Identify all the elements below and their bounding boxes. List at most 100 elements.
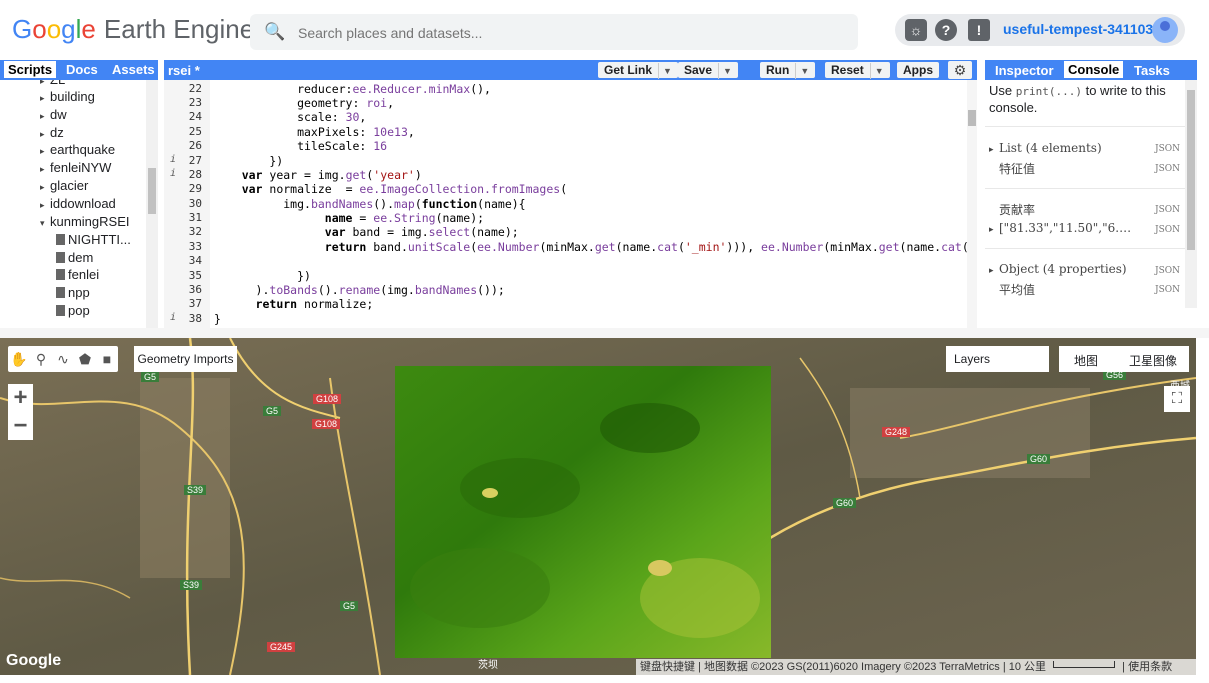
feedback-icon[interactable]: ! xyxy=(968,19,990,41)
editor-toolbar: rsei * Get Link ▼ Save ▼ Run ▼ Reset ▼ Apps … xyxy=(164,60,977,80)
tab-inspector[interactable]: Inspector xyxy=(995,63,1054,78)
map-type-button[interactable]: 地图 xyxy=(1074,352,1098,369)
editor-scrollbar[interactable] xyxy=(967,80,977,328)
panel-splitter[interactable] xyxy=(0,328,1209,338)
tab-assets[interactable]: Assets xyxy=(112,62,155,77)
search-box[interactable]: 🔍 xyxy=(250,14,858,50)
tree-item[interactable]: ▸ dw xyxy=(40,107,67,125)
json-link[interactable]: JSON xyxy=(1155,205,1180,215)
tree-item[interactable]: ▸ earthquake xyxy=(40,142,115,160)
logo-text: Earth Engine xyxy=(103,14,255,44)
console-array-entry[interactable]: ▸ ["81.33","11.50","6.… xyxy=(989,221,1131,235)
code-line: var band = img.select(name); xyxy=(324,225,519,239)
tree-file[interactable]: pop xyxy=(56,303,90,321)
tree-scrollbar[interactable] xyxy=(146,80,158,328)
console-scrollbar[interactable] xyxy=(1185,80,1197,308)
apps-button[interactable]: Apps xyxy=(897,62,939,78)
code-line: maxPixels: 10e13, xyxy=(214,125,415,139)
expand-icon[interactable]: ▸ xyxy=(989,266,999,276)
line-number: 25 xyxy=(188,125,202,138)
file-icon xyxy=(56,305,65,316)
fullscreen-icon[interactable]: ⛶ xyxy=(1164,386,1190,412)
line-number: 22 xyxy=(188,82,202,95)
zoom-out-button[interactable]: − xyxy=(8,412,33,440)
tab-scripts[interactable]: Scripts xyxy=(4,61,57,78)
console-list-entry[interactable]: ▸ List (4 elements) xyxy=(989,141,1102,155)
console-object-entry[interactable]: ▸ Object (4 properties) xyxy=(989,262,1127,276)
zoom-control: + − xyxy=(8,384,33,440)
tree-file[interactable]: npp xyxy=(56,285,90,303)
code-line: reducer:ee.Reducer.minMax(), xyxy=(214,82,491,96)
expand-icon[interactable]: ▸ xyxy=(989,225,999,235)
tab-tasks[interactable]: Tasks xyxy=(1134,63,1170,78)
road-label: G5 xyxy=(263,406,282,416)
map-type-control: 地图 卫星图像 xyxy=(1059,346,1189,372)
tree-item[interactable]: ▸ glacier xyxy=(40,178,88,196)
json-link[interactable]: JSON xyxy=(1155,225,1180,235)
code-line: var year = img.get('year') xyxy=(241,168,422,182)
code-line: tileScale: 16 xyxy=(214,139,388,153)
terms-link[interactable]: 使用条款 xyxy=(1128,661,1172,673)
code-line: img.bandNames().map(function(name){ xyxy=(214,197,526,211)
code-line: scale: 30, xyxy=(214,110,367,124)
chevron-down-icon[interactable]: ▼ xyxy=(718,63,732,79)
avatar[interactable] xyxy=(1152,17,1178,43)
code-line: name = ee.String(name); xyxy=(324,211,485,225)
code-area[interactable]: reducer:ee.Reducer.minMax(), geometry: r… xyxy=(210,80,967,328)
line-gutter: 22 23 24 25 26 i 27 i 28 29 30 31 32 33 … xyxy=(164,80,210,328)
road-label: S39 xyxy=(180,580,203,590)
attribution-text[interactable]: 键盘快捷键 | 地图数据 ©2023 GS(2011)6020 Imagery … xyxy=(640,661,1046,673)
tree-item[interactable]: ▸ dz xyxy=(40,125,64,143)
console-output: Use print(...) to write to this console.… xyxy=(985,80,1185,328)
chevron-down-icon[interactable]: ▼ xyxy=(869,63,884,79)
earth-engine-logo[interactable]: Google Earth Engine xyxy=(12,14,254,45)
layers-button[interactable]: Layers xyxy=(946,346,1049,372)
code-line: geometry: roi, xyxy=(214,96,395,110)
theme-icon[interactable]: ☼ xyxy=(905,19,927,41)
run-button[interactable]: Run ▼ xyxy=(760,62,816,79)
tab-docs[interactable]: Docs xyxy=(66,62,98,77)
help-icon[interactable]: ? xyxy=(935,19,957,41)
tree-file[interactable]: fenlei xyxy=(56,267,99,285)
top-right-bar: ☼ ? ! useful-tempest-341103 xyxy=(895,14,1185,46)
save-button[interactable]: Save ▼ xyxy=(678,62,738,79)
tree-file[interactable]: dem xyxy=(56,250,93,268)
tree-item-open[interactable]: ▾ kunmingRSEI xyxy=(40,214,129,232)
zoom-in-button[interactable]: + xyxy=(8,384,33,412)
file-icon xyxy=(56,287,65,298)
chevron-down-icon[interactable]: ▼ xyxy=(658,63,672,79)
tree-file[interactable]: NIGHTTI... xyxy=(56,232,131,250)
hand-icon[interactable]: ✋ xyxy=(10,350,28,368)
gear-icon[interactable]: ⚙ xyxy=(948,61,972,79)
tab-console[interactable]: Console xyxy=(1064,61,1124,78)
line-number: 32 xyxy=(188,225,202,238)
expand-icon[interactable]: ▸ xyxy=(989,145,999,155)
script-tree: ▸ZL ▸building ▸dw ▸dz ▸earthquake ▸fenle… xyxy=(0,80,146,328)
map-canvas[interactable]: G5 G108 G108 G5 S39 S39 G5 G245 G248 G60… xyxy=(0,338,1196,675)
json-link[interactable]: JSON xyxy=(1155,266,1180,276)
marker-icon[interactable]: ⚲ xyxy=(32,350,50,368)
project-name[interactable]: useful-tempest-341103 xyxy=(1003,21,1153,37)
search-input[interactable] xyxy=(296,21,840,45)
line-number: 27 xyxy=(188,154,202,167)
json-link[interactable]: JSON xyxy=(1155,164,1180,174)
line-number: 38 xyxy=(188,312,202,325)
chevron-down-icon[interactable]: ▼ xyxy=(795,63,809,79)
road-label: G108 xyxy=(312,419,341,429)
polygon-icon[interactable]: ⬟ xyxy=(76,350,94,368)
geometry-imports-button[interactable]: Geometry Imports xyxy=(134,346,237,372)
map-imagery xyxy=(0,338,1196,675)
google-logo: Google xyxy=(6,652,62,669)
rectangle-icon[interactable]: ■ xyxy=(98,350,116,368)
reset-button[interactable]: Reset ▼ xyxy=(825,62,890,79)
line-icon[interactable]: ∿ xyxy=(54,350,72,368)
tree-item[interactable]: ▸ fenleiNYW xyxy=(40,160,111,178)
tree-item[interactable]: ▸ iddownload xyxy=(40,196,116,214)
tree-item[interactable]: ▸ building xyxy=(40,89,95,107)
json-link[interactable]: JSON xyxy=(1155,285,1180,295)
satellite-button[interactable]: 卫星图像 xyxy=(1129,352,1177,369)
search-icon: 🔍 xyxy=(264,22,286,41)
json-link[interactable]: JSON xyxy=(1155,144,1180,154)
get-link-button[interactable]: Get Link ▼ xyxy=(598,62,678,79)
right-panel: Inspector Console Tasks Use print(...) t… xyxy=(985,60,1197,328)
